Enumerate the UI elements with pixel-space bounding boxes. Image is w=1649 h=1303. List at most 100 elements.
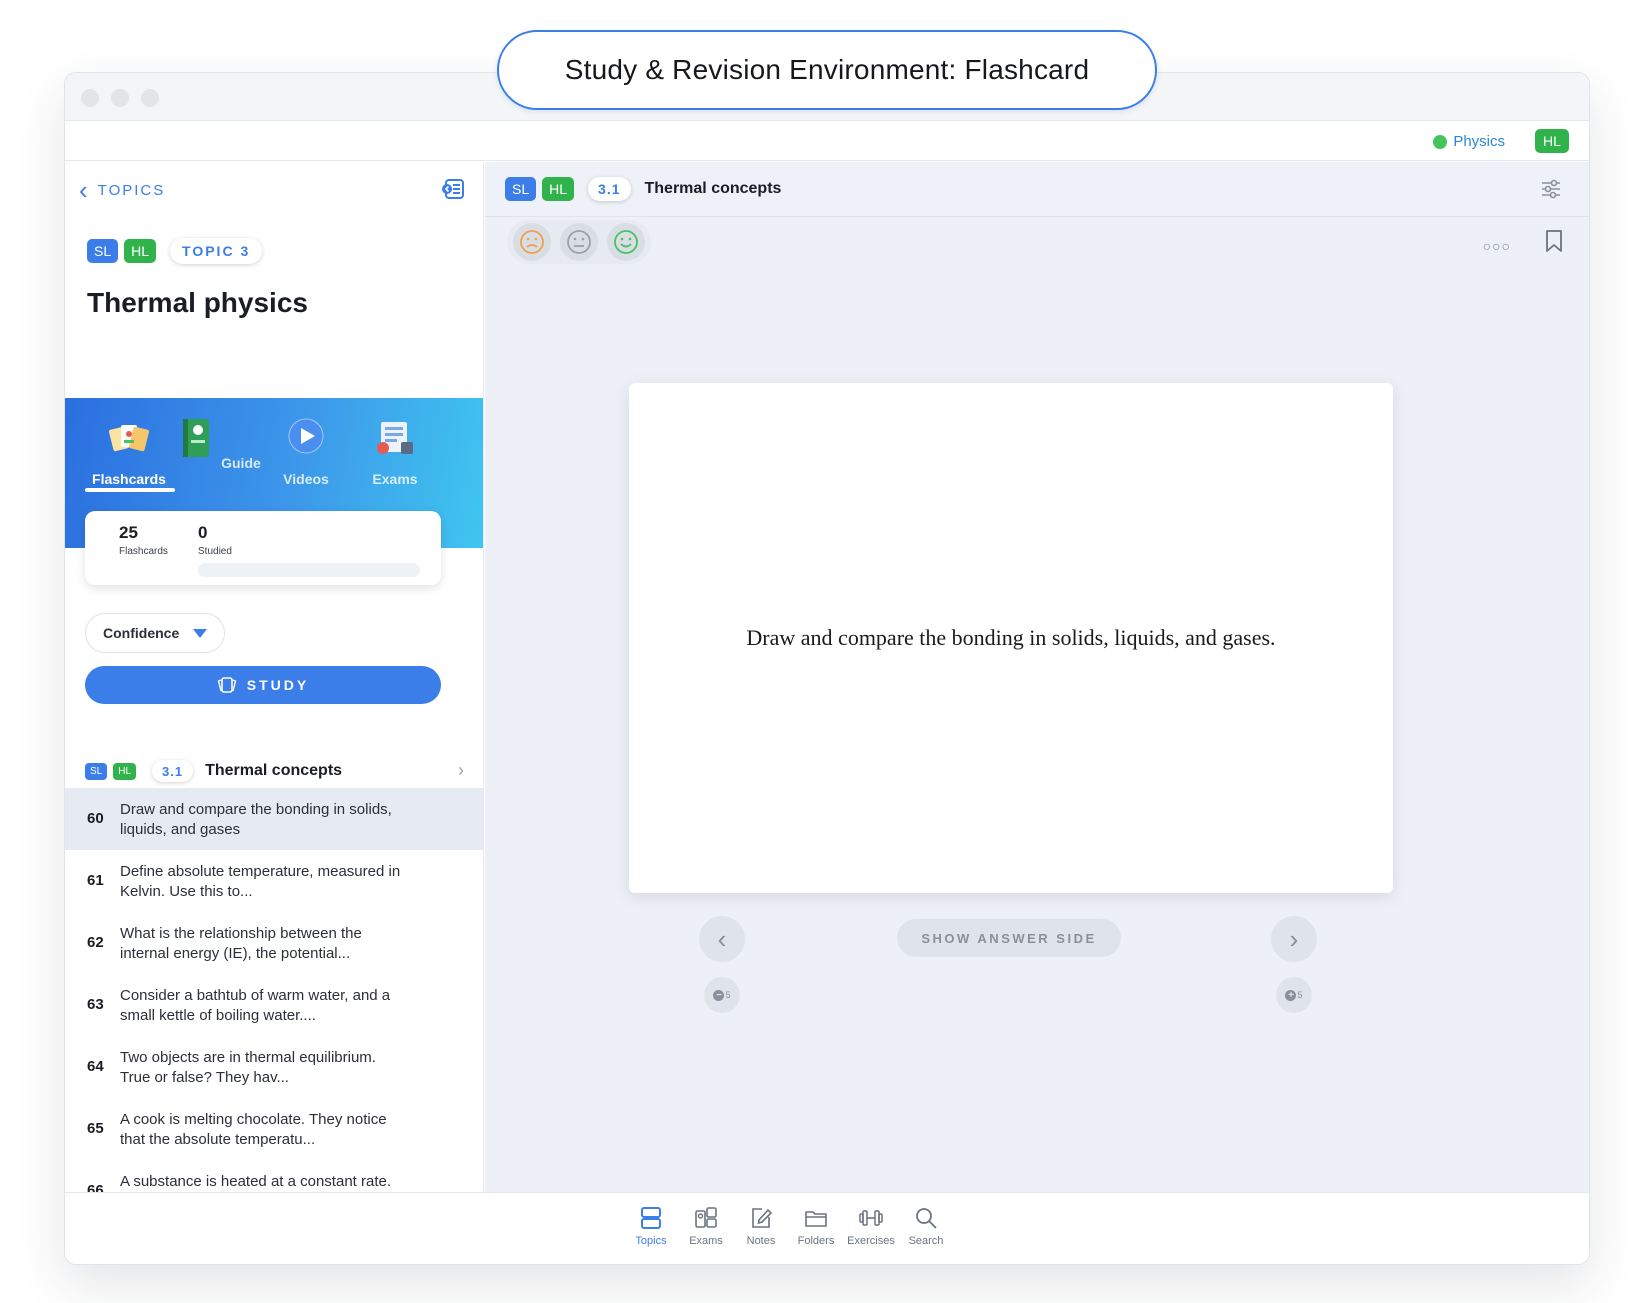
- chevron-right-icon: ›: [1289, 923, 1299, 954]
- rate-high-button[interactable]: [606, 223, 645, 261]
- list-item[interactable]: 63 Consider a bathtub of warm water, and…: [65, 974, 483, 1036]
- subject-icon: [1433, 134, 1448, 149]
- list-item-text: A substance is heated at a constant rate…: [120, 1173, 392, 1190]
- studied-count: 0: [198, 523, 208, 542]
- subject-label: Physics: [1453, 133, 1505, 150]
- list-item-text: Consider a bathtub of warm water, and a …: [120, 987, 391, 1024]
- flashcard[interactable]: Draw and compare the bonding in solids, …: [629, 383, 1393, 893]
- bottom-navigation: Topics Exams Notes Folders Exercises Sea…: [65, 1192, 1589, 1264]
- window-close-dot[interactable]: [81, 89, 99, 107]
- mode-tab-flashcards[interactable]: Flashcards: [85, 416, 173, 487]
- list-item[interactable]: 60 Draw and compare the bonding in solid…: [65, 788, 483, 850]
- neutral-face-icon: [567, 230, 591, 254]
- chevron-right-icon: ›: [458, 760, 464, 780]
- more-options-icon[interactable]: ○○○: [1483, 238, 1511, 254]
- collapse-sidebar-icon[interactable]: [441, 178, 465, 200]
- sl-badge: SL: [505, 177, 537, 201]
- rate-low-button[interactable]: [513, 223, 552, 261]
- bookmark-icon[interactable]: [1545, 229, 1563, 253]
- back-label: TOPICS: [97, 181, 166, 199]
- sliders-icon[interactable]: [1539, 177, 1563, 201]
- flashcard-question: Draw and compare the bonding in solids, …: [746, 625, 1276, 650]
- skip-forward-count: 5: [1297, 990, 1303, 1000]
- list-item[interactable]: 61 Define absolute temperature, measured…: [65, 850, 483, 912]
- subtopic-header[interactable]: SL HL 3.1 Thermal concepts ›: [85, 758, 464, 784]
- skip-forward-button[interactable]: + 5: [1276, 977, 1312, 1013]
- study-button-label: STUDY: [246, 677, 310, 693]
- tab-search[interactable]: Search: [896, 1205, 956, 1247]
- hl-badge: HL: [124, 239, 157, 263]
- list-item[interactable]: 62 What is the relationship between the …: [65, 912, 483, 974]
- skip-back-count: 5: [725, 990, 731, 1000]
- folders-icon: [805, 1211, 827, 1227]
- next-card-button[interactable]: ›: [1271, 916, 1317, 962]
- list-item-text: What is the relationship between the int…: [120, 925, 362, 962]
- tab-label: Folders: [797, 1235, 835, 1247]
- show-answer-button[interactable]: SHOW ANSWER SIDE: [897, 919, 1121, 957]
- tab-folders[interactable]: Folders: [786, 1205, 846, 1247]
- list-item[interactable]: 65 A cook is melting chocolate. They not…: [65, 1098, 483, 1160]
- tab-exercises[interactable]: Exercises: [841, 1205, 901, 1247]
- list-item-number: 64: [87, 1058, 104, 1075]
- window-minimize-dot[interactable]: [111, 89, 129, 107]
- flashcards-count: 25: [119, 523, 138, 542]
- study-button[interactable]: STUDY: [85, 666, 441, 704]
- list-item-number: 62: [87, 934, 104, 951]
- chevron-left-icon: ‹: [79, 175, 90, 205]
- tab-notes[interactable]: Notes: [731, 1205, 791, 1247]
- filter-label: Confidence: [103, 625, 180, 641]
- mode-label: Guide: [221, 455, 261, 471]
- confidence-rating: [507, 220, 651, 264]
- list-item-text: A cook is melting chocolate. They notice…: [120, 1111, 387, 1148]
- viewer-header: SL HL 3.1 Thermal concepts: [485, 162, 1589, 217]
- tab-label: Exams: [689, 1235, 723, 1247]
- mode-label: Exams: [372, 471, 418, 487]
- window-maximize-dot[interactable]: [141, 89, 159, 107]
- subject-selector[interactable]: Physics: [1433, 133, 1505, 150]
- previous-card-button[interactable]: ‹: [699, 916, 745, 962]
- stats-card: 25 Flashcards 0 Studied: [85, 511, 441, 585]
- guide-icon: [183, 419, 210, 457]
- subtopic-title: Thermal concepts: [205, 762, 343, 779]
- sidebar: ‹ TOPICS SL HL TOPIC 3 Thermal physics F…: [65, 162, 484, 1192]
- tab-exams[interactable]: Exams: [676, 1205, 736, 1247]
- sl-badge: SL: [87, 239, 119, 263]
- confidence-filter-dropdown[interactable]: Confidence: [85, 613, 225, 653]
- hl-badge: HL: [542, 177, 575, 201]
- rate-medium-button[interactable]: [559, 223, 598, 261]
- back-to-topics-link[interactable]: ‹ TOPICS: [79, 175, 166, 205]
- videos-icon: [288, 418, 324, 454]
- exams-tab-icon: [695, 1207, 717, 1228]
- studied-progress-bar: [198, 563, 420, 577]
- viewer-title: Thermal concepts: [644, 180, 782, 197]
- skip-back-button[interactable]: − 5: [704, 977, 740, 1013]
- mode-tab-guide[interactable]: Guide: [173, 416, 261, 471]
- tab-label: Exercises: [847, 1235, 895, 1247]
- happy-face-icon: [613, 230, 638, 254]
- hl-badge: HL: [113, 762, 137, 780]
- flashcard-list: 60 Draw and compare the bonding in solid…: [65, 788, 483, 1192]
- tab-label: Search: [908, 1235, 944, 1247]
- level-badge[interactable]: HL: [1535, 129, 1569, 153]
- list-item-text: Two objects are in thermal equilibrium. …: [120, 1049, 376, 1086]
- minus-icon: −: [713, 989, 725, 1001]
- list-item-number: 65: [87, 1120, 104, 1137]
- mode-tab-exams[interactable]: Exams: [351, 416, 439, 487]
- list-item[interactable]: 64 Two objects are in thermal equilibriu…: [65, 1036, 483, 1098]
- tab-topics[interactable]: Topics: [621, 1205, 681, 1247]
- caret-down-icon: [193, 628, 208, 638]
- topic-number-chip: TOPIC 3: [170, 238, 263, 264]
- exams-icon: [377, 422, 413, 454]
- plus-icon: +: [1285, 989, 1297, 1001]
- mode-tab-videos[interactable]: Videos: [262, 416, 350, 487]
- tab-label: Notes: [746, 1235, 776, 1247]
- chevron-left-icon: ‹: [717, 923, 727, 954]
- subtopic-number-chip: 3.1: [588, 177, 631, 201]
- tab-label: Topics: [635, 1235, 667, 1247]
- topics-icon: [641, 1207, 661, 1229]
- list-item[interactable]: 66 A substance is heated at a constant r…: [65, 1160, 483, 1192]
- list-item-text: Draw and compare the bonding in solids, …: [120, 801, 392, 838]
- cards-icon: [217, 677, 237, 693]
- flashcard-viewer: SL HL 3.1 Thermal concepts ○○○ Draw and …: [485, 162, 1589, 1192]
- list-item-number: 63: [87, 996, 104, 1013]
